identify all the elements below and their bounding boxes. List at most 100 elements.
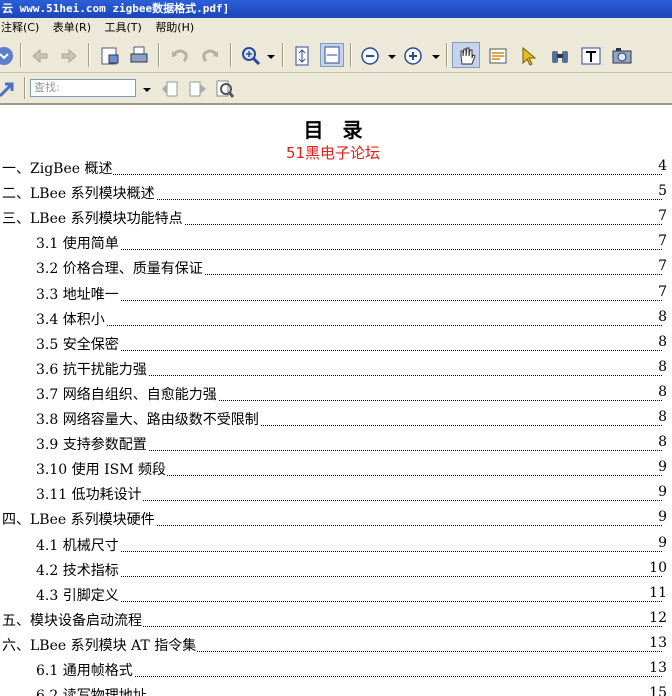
toc-leader	[36, 550, 662, 552]
zoom-out-dropdown-icon[interactable]	[384, 44, 398, 66]
toc-entry-text: 3.2 价格合理、质量有保证	[36, 258, 204, 279]
toc-entry[interactable]: 3.7 网络自组织、自愈能力强 8	[0, 383, 672, 406]
nav-dropdown-icon[interactable]	[0, 44, 14, 66]
toc-entry-page: 8	[658, 409, 667, 425]
toc-entry-text: 4.2 技术指标	[36, 559, 120, 580]
toc-title: 目 录	[303, 118, 369, 142]
toc-entry[interactable]: 六、LBee 系列模块 AT 指令集 13	[0, 634, 672, 657]
zoom-dropdown-icon[interactable]	[263, 44, 277, 66]
redo-icon[interactable]	[198, 44, 220, 66]
toc-leader	[36, 600, 662, 602]
fit-page-icon[interactable]	[290, 44, 312, 66]
toc-entry[interactable]: 3.1 使用简单 7	[0, 233, 672, 255]
menu-help[interactable]: 帮助(H)	[154, 18, 203, 38]
toc-entry[interactable]: 3.10 使用 ISM 频段 9	[0, 459, 672, 481]
toc-entry[interactable]: 3.3 地址唯一 7	[0, 283, 672, 306]
toc-entry[interactable]: 3.9 支持参数配置 8	[0, 434, 672, 456]
toc-entry[interactable]: 二、LBee 系列模块概述 5	[0, 183, 672, 205]
toc-entry-text: 六、LBee 系列模块 AT 指令集	[2, 634, 198, 655]
find-previous-icon[interactable]	[158, 77, 180, 99]
toc-entry[interactable]: 五、模块设备启动流程 12	[0, 609, 672, 632]
toc-entry-page: 7	[658, 283, 667, 300]
window-title-bar: 云 www.51hei.com zigbee数据格式.pdf]	[0, 0, 672, 18]
toc-entry[interactable]: 6.2 读写物理地址 15	[0, 685, 672, 696]
toc-leader	[36, 324, 662, 326]
menu-forms[interactable]: 表单(R)	[52, 18, 100, 38]
fit-width-icon[interactable]	[320, 43, 344, 67]
pointer-icon[interactable]	[517, 44, 539, 66]
toc-entry-text: 4.1 机械尺寸	[36, 534, 120, 555]
toc-entry-page: 7	[658, 258, 667, 275]
menu-tools[interactable]: 工具(T)	[104, 18, 151, 38]
zoom-out-icon[interactable]	[358, 44, 380, 66]
toc-entry-page: 7	[658, 233, 667, 250]
toc-entry[interactable]: 4.1 机械尺寸 9	[0, 534, 672, 557]
toc-entry-page: 12	[649, 609, 667, 626]
toc-entry-text: 3.6 抗干扰能力强	[36, 358, 148, 379]
toc-entry-text: 6.2 读写物理地址	[36, 685, 148, 696]
toc-entry-page: 8	[658, 308, 667, 325]
toc-entry-page: 9	[658, 509, 667, 526]
toc-entry-text: 一、ZigBee 概述	[2, 158, 114, 178]
toc-entry-text: 3.11 低功耗设计	[36, 484, 143, 505]
toc-entry-page: 5	[658, 183, 667, 200]
text-tool-icon[interactable]	[579, 44, 601, 66]
toc-entry[interactable]: 3.6 抗干扰能力强 8	[0, 358, 672, 381]
toc-entry-text: 3.10 使用 ISM 频段	[36, 459, 167, 480]
toc-entry[interactable]: 3.11 低功耗设计 9	[0, 484, 672, 506]
search-document-icon[interactable]	[213, 77, 235, 99]
toc-entry-text: 二、LBee 系列模块概述	[2, 183, 156, 204]
toc-entry[interactable]: 一、ZigBee 概述 4	[0, 158, 672, 180]
search-dropdown-icon[interactable]	[139, 77, 153, 99]
window-title: 云 www.51hei.com zigbee数据格式.pdf]	[2, 2, 230, 15]
toc-entry-text: 6.1 通用帧格式	[36, 660, 134, 680]
toc-entry[interactable]: 三、LBee 系列模块功能特点 7	[0, 208, 672, 230]
arrow-icon[interactable]	[0, 77, 18, 99]
toc-entry-page: 4	[658, 158, 667, 174]
select-text-icon[interactable]	[486, 44, 508, 66]
toc-entry[interactable]: 4.2 技术指标 10	[0, 559, 672, 582]
back-icon[interactable]	[28, 44, 50, 66]
toc-entry[interactable]: 3.4 体积小 8	[0, 308, 672, 331]
toc-entry-page: 8	[658, 333, 667, 350]
toc-entry[interactable]: 3.2 价格合理、质量有保证 7	[0, 258, 672, 280]
hand-icon[interactable]	[452, 42, 480, 68]
find-next-icon[interactable]	[186, 77, 208, 99]
search-input[interactable]: 查找:	[30, 79, 136, 97]
toc-entry-text: 3.1 使用简单	[36, 233, 120, 254]
toc-entry-page: 9	[658, 534, 667, 551]
toc-entry-page: 13	[649, 634, 667, 651]
toc-entry-text: 3.3 地址唯一	[36, 283, 120, 304]
zoom-in-icon[interactable]	[401, 44, 423, 66]
toc-leader	[36, 575, 662, 577]
forward-icon[interactable]	[57, 44, 79, 66]
toc-entry-page: 8	[658, 434, 667, 451]
toc-entry-page: 8	[658, 383, 667, 400]
print-icon[interactable]	[127, 44, 149, 66]
toc-entry-page: 15	[649, 685, 667, 696]
zoom-icon[interactable]	[239, 44, 261, 66]
toc-entry-text: 四、LBee 系列模块硬件	[2, 509, 156, 530]
toc-entry-page: 10	[649, 559, 667, 576]
main-toolbar	[0, 38, 672, 73]
undo-icon[interactable]	[168, 44, 190, 66]
find-icon[interactable]	[548, 44, 570, 66]
menu-bar: 注释(C) 表单(R) 工具(T) 帮助(H)	[0, 18, 672, 38]
toc-entry[interactable]: 3.8 网络容量大、路由级数不受限制 8	[0, 409, 672, 431]
toc-entry[interactable]: 3.5 安全保密 8	[0, 333, 672, 356]
toc-leader	[36, 249, 662, 251]
toc-entry-page: 9	[658, 459, 667, 476]
snapshot-icon[interactable]	[610, 44, 632, 66]
toc-entry-text: 3.9 支持参数配置	[36, 434, 148, 455]
toc-entry-page: 9	[658, 484, 667, 501]
search-placeholder: 查找:	[34, 81, 60, 94]
save-icon[interactable]	[98, 44, 120, 66]
toc-entry-text: 五、模块设备启动流程	[2, 609, 143, 630]
toc-entry[interactable]: 6.1 通用帧格式 13	[0, 660, 672, 682]
toc-entry[interactable]: 4.3 引脚定义 11	[0, 584, 672, 607]
zoom-in-dropdown-icon[interactable]	[428, 44, 442, 66]
toc-entry-page: 7	[658, 208, 667, 225]
toc-entry-page: 13	[649, 660, 667, 676]
toc-entry[interactable]: 四、LBee 系列模块硬件 9	[0, 509, 672, 531]
menu-comments[interactable]: 注释(C)	[0, 18, 48, 38]
